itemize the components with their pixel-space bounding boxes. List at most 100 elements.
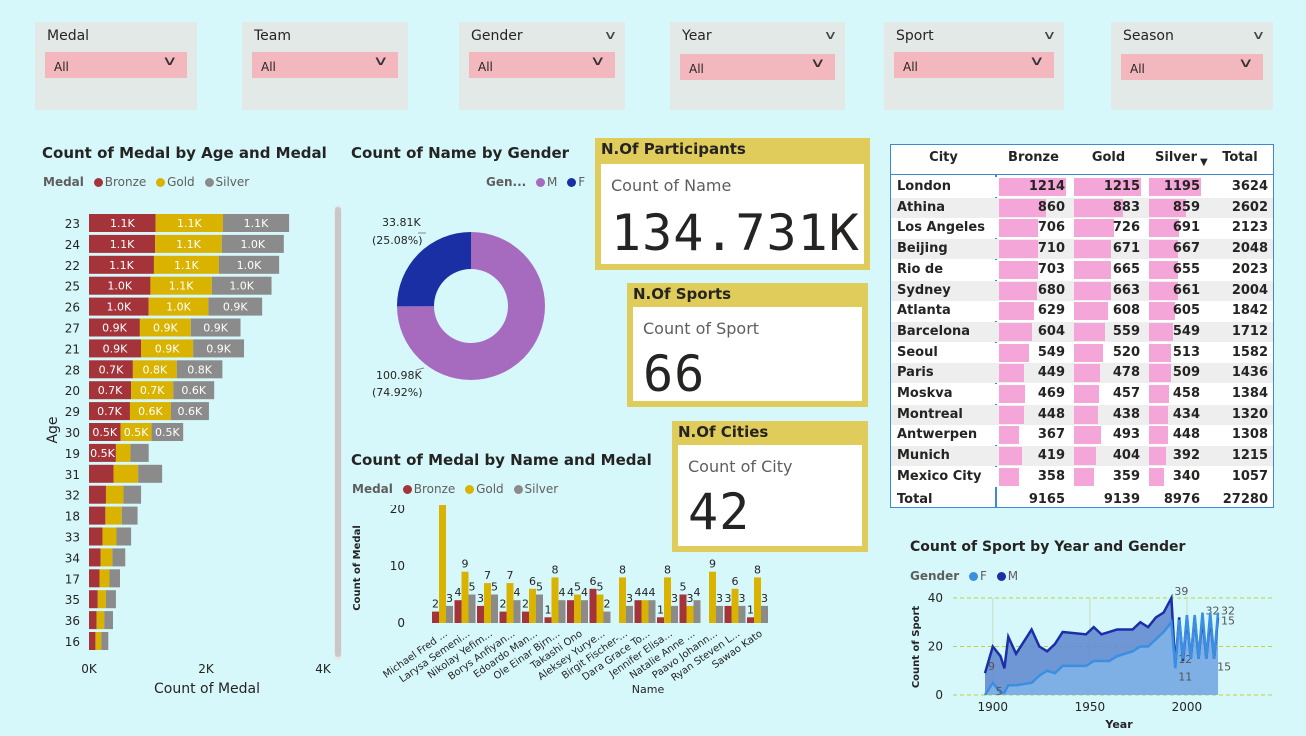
age-bar-gold[interactable] xyxy=(97,590,106,609)
age-bar-silver[interactable] xyxy=(116,527,132,546)
chevron-down-icon[interactable]: ∨ xyxy=(1252,28,1266,42)
table-header-bronze[interactable]: Bronze xyxy=(996,145,1071,175)
age-bar-silver[interactable] xyxy=(101,632,109,650)
name-bar-silver[interactable] xyxy=(738,605,746,623)
name-bar-silver[interactable] xyxy=(513,600,521,623)
age-bar-gold[interactable] xyxy=(95,632,102,650)
name-bar-bronze[interactable] xyxy=(432,611,439,623)
chevron-down-icon[interactable]: ∨ xyxy=(1238,56,1254,71)
name-bar-bronze[interactable] xyxy=(657,617,664,623)
name-bar-bronze[interactable] xyxy=(589,588,597,623)
scrollbar-thumb[interactable] xyxy=(335,207,341,657)
age-bar-gold[interactable] xyxy=(99,569,110,588)
name-bar-bronze[interactable] xyxy=(634,600,642,623)
name-bar-gold[interactable] xyxy=(619,577,626,623)
age-bar-gold[interactable] xyxy=(100,548,113,567)
name-bar-silver[interactable] xyxy=(671,605,678,623)
table-header-total[interactable]: Total xyxy=(1206,145,1274,175)
name-bar-gold[interactable] xyxy=(461,571,469,623)
age-bar-bronze[interactable] xyxy=(89,506,106,525)
name-data-label: 4 xyxy=(635,586,642,599)
age-bar-silver[interactable] xyxy=(121,506,138,525)
age-bar-gold[interactable] xyxy=(96,611,105,630)
name-bar-silver[interactable] xyxy=(603,611,611,623)
chevron-down-icon[interactable]: ∨ xyxy=(373,54,389,69)
name-bar-gold[interactable] xyxy=(641,600,649,623)
name-bar-gold[interactable] xyxy=(731,588,739,623)
age-bar-gold[interactable] xyxy=(102,527,117,546)
name-bar-gold[interactable] xyxy=(484,583,491,623)
age-bar-bronze[interactable] xyxy=(89,569,100,588)
age-bar-silver[interactable] xyxy=(109,569,121,588)
age-data-label: 0.8K xyxy=(142,363,167,376)
age-bar-silver[interactable] xyxy=(112,548,126,567)
age-bar-silver[interactable] xyxy=(105,590,116,609)
chevron-down-icon[interactable]: ∨ xyxy=(1029,54,1045,69)
name-bar-gold[interactable] xyxy=(506,583,514,623)
name-bar-silver[interactable] xyxy=(581,600,588,623)
slicer-dropdown[interactable]: All ∨ xyxy=(680,54,835,80)
name-bar-gold[interactable] xyxy=(596,594,604,624)
age-bar-silver[interactable] xyxy=(138,464,163,483)
chevron-down-icon[interactable]: ∨ xyxy=(824,28,838,42)
age-bar-gold[interactable] xyxy=(105,485,124,504)
sort-desc-icon[interactable]: ▼ xyxy=(1200,157,1208,168)
age-bar-bronze[interactable] xyxy=(89,590,98,609)
age-bar-bronze[interactable] xyxy=(89,548,101,567)
slicer-dropdown[interactable]: All ∨ xyxy=(894,52,1054,78)
age-bar-bronze[interactable] xyxy=(89,485,106,504)
name-bar-bronze[interactable] xyxy=(747,617,754,623)
table-header-silver[interactable]: Silver xyxy=(1146,145,1206,175)
name-bar-gold[interactable] xyxy=(754,577,761,623)
name-bar-silver[interactable] xyxy=(626,605,633,623)
name-bar-gold[interactable] xyxy=(439,505,446,623)
name-bar-gold[interactable] xyxy=(686,605,694,623)
name-bar-silver[interactable] xyxy=(536,594,543,624)
age-bar-gold[interactable] xyxy=(105,506,122,525)
age-bar-silver[interactable] xyxy=(123,485,142,504)
name-bar-silver[interactable] xyxy=(446,605,453,623)
chevron-down-icon[interactable]: ∨ xyxy=(604,28,618,42)
slicer-dropdown[interactable]: All ∨ xyxy=(252,52,398,78)
chevron-down-icon[interactable]: ∨ xyxy=(810,56,826,71)
slicer-dropdown[interactable]: All ∨ xyxy=(45,52,187,78)
name-bar-silver[interactable] xyxy=(648,600,656,623)
name-bar-bronze[interactable] xyxy=(522,611,529,623)
age-chart-scrollbar[interactable] xyxy=(334,205,342,660)
table-header-gold[interactable]: Gold xyxy=(1071,145,1146,175)
age-bar-silver[interactable] xyxy=(130,443,149,462)
name-bar-bronze[interactable] xyxy=(724,605,732,623)
chevron-down-icon[interactable]: ∨ xyxy=(590,54,606,69)
name-bar-silver[interactable] xyxy=(468,594,476,624)
name-bar-bronze[interactable] xyxy=(454,600,462,623)
name-bar-silver[interactable] xyxy=(558,600,566,623)
name-bar-bronze[interactable] xyxy=(567,600,574,623)
name-bar-bronze[interactable] xyxy=(544,617,552,623)
chevron-down-icon[interactable]: ∨ xyxy=(1043,28,1057,42)
name-bar-bronze[interactable] xyxy=(477,605,484,623)
age-bar-bronze[interactable] xyxy=(89,464,114,483)
age-bar-gold[interactable] xyxy=(115,443,131,462)
name-bar-gold[interactable] xyxy=(574,594,581,624)
age-bar-bronze[interactable] xyxy=(89,527,103,546)
slicer-dropdown[interactable]: All ∨ xyxy=(469,52,615,78)
name-bar-silver[interactable] xyxy=(716,605,723,623)
age-bar-gold[interactable] xyxy=(113,464,139,483)
age-data-label: 0.9K xyxy=(223,301,248,314)
slicer-dropdown[interactable]: All ∨ xyxy=(1121,54,1263,80)
chevron-down-icon[interactable]: ∨ xyxy=(162,54,178,69)
name-bar-gold[interactable] xyxy=(551,577,559,623)
name-bar-gold[interactable] xyxy=(664,577,671,623)
name-bar-gold[interactable] xyxy=(529,588,536,623)
name-bar-gold[interactable] xyxy=(709,571,716,623)
name-bar-silver[interactable] xyxy=(491,594,498,624)
name-bar-silver[interactable] xyxy=(693,600,701,623)
age-bar-bronze[interactable] xyxy=(89,632,96,650)
table-header-city[interactable]: City xyxy=(891,145,996,175)
age-bar-silver[interactable] xyxy=(104,611,113,630)
age-bar-bronze[interactable] xyxy=(89,611,97,630)
name-bar-silver[interactable] xyxy=(761,605,768,623)
table-cell-value: 883 xyxy=(1112,199,1140,215)
name-bar-bronze[interactable] xyxy=(499,611,507,623)
name-bar-bronze[interactable] xyxy=(679,594,687,624)
